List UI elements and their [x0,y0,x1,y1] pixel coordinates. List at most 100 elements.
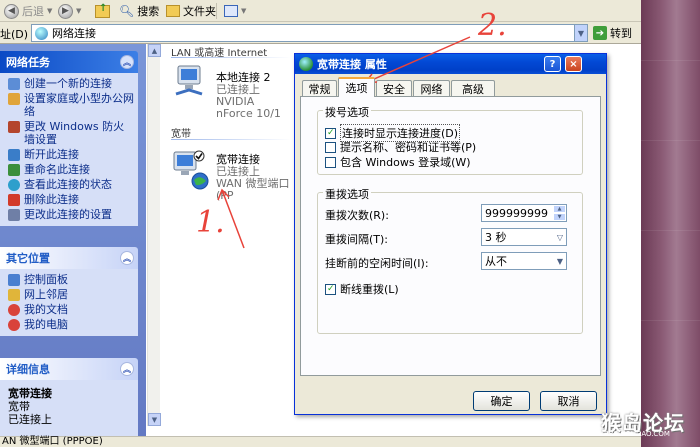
idle-time-value: 从不 [485,255,507,268]
tab-label: 安全 [383,82,405,96]
toolbar-separator [216,3,217,19]
help-icon: ? [549,58,556,70]
lan-connection-text: 本地连接 2 已连接上 NVIDIA nForce 10/1 [216,72,292,120]
network-tasks-panel: 网络任务 ︽ 创建一个新的连接 设置家庭或小型办公网络 更改 Windows 防… [0,51,138,226]
views-icon [224,5,238,17]
checkbox-icon [325,156,336,168]
go-button[interactable]: ➔ 转到 [593,25,632,41]
properties-dialog: 宽带连接 属性 ? × 常规 选项 安全 网络 高级 拨号选项 连接时显示连接进… [294,53,607,415]
delete-icon [8,194,20,206]
cancel-button[interactable]: 取消 [540,391,597,411]
network-tasks-header[interactable]: 网络任务 ︽ [0,51,138,73]
details-name: 宽带连接 [8,387,52,400]
checkbox-icon [325,141,336,153]
back-arrow-icon: ◀ [4,3,19,19]
redial-attempts-label: 重拨次数(R): [325,209,389,222]
scroll-up-icon[interactable]: ▲ [148,44,161,57]
folders-button[interactable]: 文件夹 [166,3,216,19]
spin-up-icon: ▲ [553,205,566,213]
broadband-connection-device: WAN 微型端口 (PP [216,177,290,202]
search-button[interactable]: 🔍︎ 搜索 [119,3,159,19]
help-button[interactable]: ? [544,56,561,72]
new-connection-icon [8,78,20,90]
collapse-icon: ︽ [120,55,134,69]
redial-attempts-input[interactable]: 999999999 ▲ ▼ [481,204,567,222]
details-header[interactable]: 详细信息 ︽ [0,358,138,380]
chevron-down-icon: ▼ [76,7,82,15]
task-delete[interactable]: 删除此连接 [0,192,138,207]
idle-time-select[interactable]: 从不 ▼ [481,252,567,270]
collapse-icon: ︽ [120,251,134,265]
chevron-down-icon: ▼ [47,7,53,15]
broadband-connection-item[interactable]: 宽带连接 已连接上 WAN 微型端口 (PP [172,150,294,202]
annotation-number-2: 2. [478,8,507,43]
status-text: AN 微型端口 (PPPOE) [2,436,103,447]
place-label: 我的文档 [24,303,68,316]
chevron-down-icon: ▼ [241,7,247,15]
place-network-places[interactable]: 网上邻居 [0,287,138,302]
forward-button[interactable]: ▶ ▼ [58,3,81,19]
annotation-number-1: 1. [196,205,225,240]
vertical-scrollbar[interactable]: ▲ ▼ [147,44,161,426]
up-folder-icon: ↑ [95,3,110,18]
address-value: 网络连接 [52,27,96,40]
task-status[interactable]: 查看此连接的状态 [0,177,138,192]
other-places-header[interactable]: 其它位置 ︽ [0,247,138,269]
tab-advanced[interactable]: 高级 [451,80,495,96]
folders-icon [166,5,180,17]
lan-connection-device: NVIDIA nForce 10/1 [216,95,281,120]
back-button[interactable]: ◀ 后退 ▼ [4,3,52,19]
task-label: 创建一个新的连接 [24,77,112,90]
task-label: 更改此连接的设置 [24,208,112,221]
tab-label: 选项 [345,82,368,95]
redial-interval-label: 重拨间隔(T): [325,233,389,246]
task-new-connection[interactable]: 创建一个新的连接 [0,76,138,91]
spinner[interactable]: ▲ ▼ [553,205,566,221]
task-disconnect[interactable]: 断开此连接 [0,147,138,162]
address-dropdown[interactable]: ▼ [574,24,588,42]
task-rename[interactable]: 重命名此连接 [0,162,138,177]
lan-connection-item[interactable]: 本地连接 2 已连接上 NVIDIA nForce 10/1 [172,64,292,120]
forward-arrow-icon: ▶ [58,3,73,19]
place-my-computer[interactable]: 我的电脑 [0,317,138,332]
task-settings[interactable]: 更改此连接的设置 [0,207,138,222]
scroll-down-icon[interactable]: ▼ [148,413,161,426]
status-icon [8,179,20,191]
go-arrow-icon: ➔ [593,26,607,40]
home-network-icon [8,93,20,105]
idle-time-label: 挂断前的空闲时间(I): [325,257,429,270]
chevron-down-icon: ▽ [556,233,563,242]
broadband-connection-text: 宽带连接 已连接上 WAN 微型端口 (PP [216,154,294,202]
prompt-credentials-checkbox[interactable]: 提示名称、密码和证书等(P) [325,139,476,155]
task-home-network[interactable]: 设置家庭或小型办公网络 [0,91,138,119]
views-button[interactable]: ▼ [224,3,246,19]
search-icon: 🔍︎ [119,4,135,18]
broadband-icon [299,57,313,71]
spin-down-icon: ▼ [553,213,566,221]
details-title: 详细信息 [6,363,50,376]
redial-interval-select[interactable]: 3 秒 ▽ [481,228,567,246]
checkbox-icon [325,283,336,295]
details-body: 宽带连接 宽带 已连接上 [0,380,138,436]
close-button[interactable]: × [565,56,582,72]
details-status: 已连接上 [8,413,52,426]
tab-options[interactable]: 选项 [338,77,375,97]
ok-button[interactable]: 确定 [473,391,530,411]
redial-interval-value: 3 秒 [485,231,507,244]
address-label: 址(D) [0,28,29,41]
task-firewall[interactable]: 更改 Windows 防火墙设置 [0,119,138,147]
tab-label: 高级 [462,82,484,96]
tab-security[interactable]: 安全 [376,80,412,96]
place-control-panel[interactable]: 控制面板 [0,272,138,287]
redial-on-drop-checkbox[interactable]: 断线重拨(L) [325,281,399,297]
tab-general[interactable]: 常规 [302,80,337,96]
include-domain-checkbox[interactable]: 包含 Windows 登录域(W) [325,154,471,170]
watermark-url: BBS.HOUDAO.COM [604,430,670,438]
task-label: 删除此连接 [24,193,79,206]
checkbox-label: 提示名称、密码和证书等(P) [340,141,477,154]
tab-network[interactable]: 网络 [413,80,450,96]
go-label: 转到 [610,27,632,40]
redial-attempts-value: 999999999 [485,206,548,220]
place-my-documents[interactable]: 我的文档 [0,302,138,317]
up-folder-button[interactable]: ↑ [95,3,110,19]
